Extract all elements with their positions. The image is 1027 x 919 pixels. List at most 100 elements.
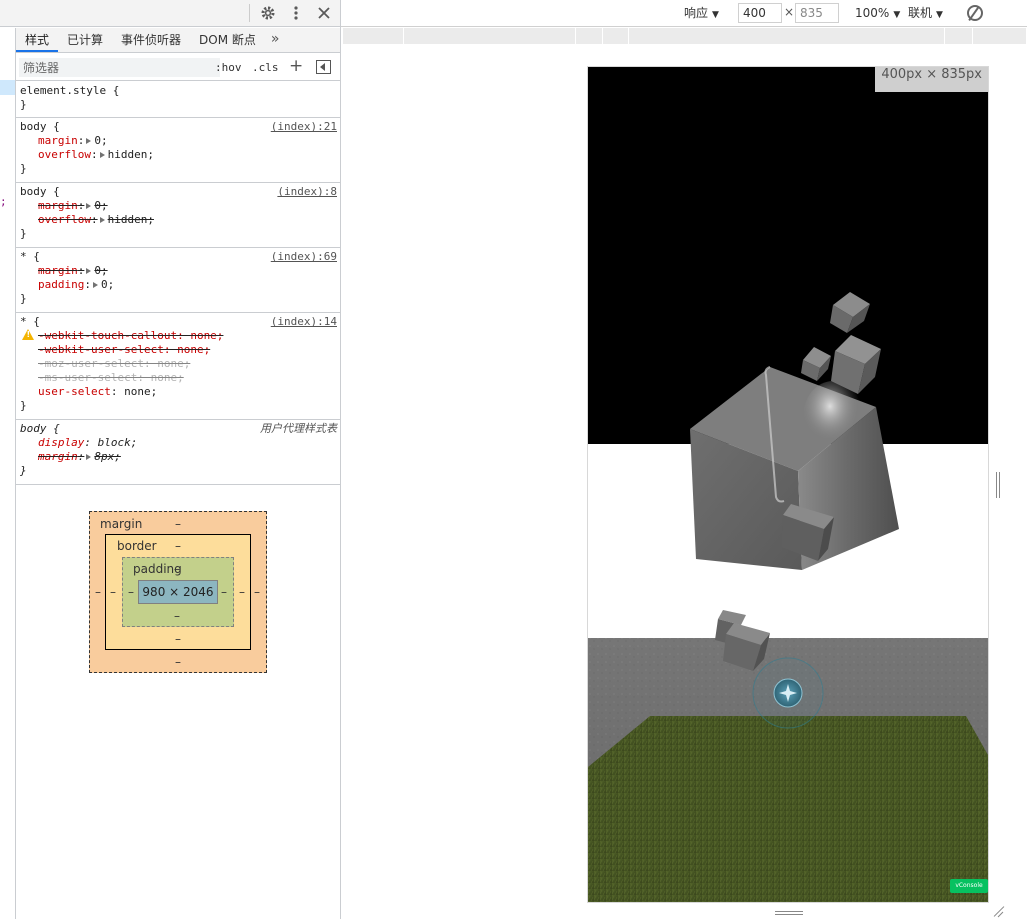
ruler-segment[interactable]: [576, 28, 603, 44]
rule-source-link[interactable]: (index):21: [271, 120, 337, 134]
css-declaration-overridden[interactable]: margin: 0;: [20, 199, 336, 213]
expand-arrow-icon[interactable]: [86, 203, 92, 209]
expand-arrow-icon[interactable]: [99, 152, 105, 158]
expand-arrow-icon[interactable]: [86, 268, 92, 274]
css-declaration-overridden[interactable]: margin: 0;: [20, 264, 336, 278]
more-vertical-icon[interactable]: [286, 3, 306, 23]
ruler-segment[interactable]: [404, 28, 576, 44]
ruler-segment[interactable]: [603, 28, 629, 44]
expand-arrow-icon[interactable]: [86, 138, 92, 144]
viewport-resize-handle-corner[interactable]: [991, 905, 1003, 917]
css-property-value: 8px;: [94, 450, 121, 463]
margin-right-value[interactable]: –: [254, 585, 260, 599]
network-label: 联机: [908, 6, 933, 20]
selected-node-highlight[interactable]: [0, 80, 15, 95]
devtools-panel: ; 样式 已计算 事件侦听器 DOM 断点 » :hov .cls + elem…: [0, 0, 341, 919]
rule-source-link[interactable]: (index):14: [271, 315, 337, 329]
box-model-margin[interactable]: margin – – – – border – – – – padding – …: [89, 511, 267, 673]
expand-arrow-icon[interactable]: [92, 282, 98, 288]
css-property-value[interactable]: hidden;: [108, 213, 154, 226]
css-property-value[interactable]: 0;: [94, 264, 107, 277]
box-model-border[interactable]: border – – – – padding – – – – 980 × 204…: [105, 534, 251, 650]
css-property-name[interactable]: padding: [38, 278, 84, 291]
network-throttle-dropdown[interactable]: 联机 ▼: [908, 5, 943, 22]
device-mode-dropdown[interactable]: 响应 ▼: [684, 5, 719, 22]
box-model-content-size[interactable]: 980 × 2046: [138, 580, 218, 604]
margin-left-value[interactable]: –: [95, 585, 101, 599]
tab-computed[interactable]: 已计算: [58, 28, 112, 52]
viewport-width-input[interactable]: [738, 3, 782, 23]
zoom-dropdown[interactable]: 100% ▼: [855, 5, 900, 22]
vconsole-button[interactable]: vConsole: [950, 879, 988, 893]
rule-selector[interactable]: element.style {: [20, 84, 336, 98]
css-property-name[interactable]: margin: [38, 199, 78, 212]
expand-arrow-icon: [86, 454, 92, 460]
viewport-resize-handle-bottom[interactable]: [775, 910, 803, 916]
css-property-value[interactable]: 0;: [94, 134, 107, 147]
style-rule-universal-14: * { (index):14 -webkit-touch-callout: no…: [16, 313, 340, 420]
device-mode-label: 响应: [684, 6, 709, 20]
tab-dom-breakpoints[interactable]: DOM 断点: [190, 28, 265, 52]
css-declaration-invalid[interactable]: -webkit-touch-callout: none;: [20, 329, 336, 343]
css-property-value[interactable]: hidden;: [108, 148, 154, 161]
css-declaration[interactable]: user-select: none;: [20, 385, 336, 399]
css-declaration-text[interactable]: -webkit-touch-callout: none;: [38, 329, 223, 342]
dimension-times-sign: ×: [784, 5, 795, 19]
css-declaration-overridden[interactable]: -webkit-user-select: none;: [20, 343, 336, 357]
css-declaration-unsupported[interactable]: -ms-user-select: none;: [20, 371, 336, 385]
toggle-sidebar-icon[interactable]: [316, 60, 331, 74]
css-property-name[interactable]: overflow: [38, 213, 91, 226]
viewport-height-input[interactable]: [795, 3, 839, 23]
css-property-value[interactable]: 0;: [94, 199, 107, 212]
padding-bottom-value[interactable]: –: [174, 609, 180, 623]
css-declaration[interactable]: overflow: hidden;: [20, 148, 336, 162]
ruler-segment[interactable]: [343, 28, 404, 44]
css-property-value[interactable]: 0;: [101, 278, 114, 291]
rotate-icon[interactable]: [967, 5, 983, 21]
joystick-control[interactable]: [752, 657, 824, 729]
css-declaration[interactable]: padding: 0;: [20, 278, 336, 292]
border-top-value[interactable]: –: [175, 539, 181, 553]
border-left-value[interactable]: –: [110, 585, 116, 599]
css-declaration-overridden[interactable]: overflow: hidden;: [20, 213, 336, 227]
tab-styles[interactable]: 样式: [16, 28, 59, 52]
device-viewport[interactable]: 400px × 835px vConsole: [588, 67, 988, 902]
css-property-name[interactable]: overflow: [38, 148, 91, 161]
warning-icon[interactable]: [22, 329, 34, 340]
ruler-segment[interactable]: [973, 28, 1027, 44]
border-bottom-value[interactable]: –: [175, 632, 181, 646]
css-declaration[interactable]: margin: 0;: [20, 134, 336, 148]
margin-top-value[interactable]: –: [175, 517, 181, 531]
css-property-name[interactable]: user-select: [38, 385, 111, 398]
padding-right-value[interactable]: –: [221, 585, 227, 599]
ruler-segment[interactable]: [629, 28, 945, 44]
margin-bottom-value[interactable]: –: [175, 655, 181, 669]
box-model-padding[interactable]: padding – – – – 980 × 2046: [122, 557, 234, 627]
ruler-segment[interactable]: [945, 28, 973, 44]
gear-icon[interactable]: [258, 3, 278, 23]
padding-top-value[interactable]: –: [174, 562, 180, 576]
webgl-scene-canvas[interactable]: [588, 67, 988, 902]
caret-down-icon: ▼: [712, 10, 719, 20]
tabs-overflow-button[interactable]: »: [265, 28, 286, 52]
new-style-rule-button[interactable]: +: [289, 56, 303, 76]
padding-left-value[interactable]: –: [128, 585, 134, 599]
css-property-value[interactable]: none;: [124, 385, 157, 398]
hov-toggle-button[interactable]: :hov: [215, 58, 242, 77]
css-declaration-text[interactable]: -moz-user-select: none;: [38, 357, 190, 370]
rule-source-link[interactable]: (index):69: [271, 250, 337, 264]
css-declaration-unsupported[interactable]: -moz-user-select: none;: [20, 357, 336, 371]
border-right-value[interactable]: –: [239, 585, 245, 599]
cls-toggle-button[interactable]: .cls: [252, 58, 279, 77]
css-property-name[interactable]: margin: [38, 264, 78, 277]
close-icon[interactable]: [314, 3, 334, 23]
rule-source-link[interactable]: (index):8: [277, 185, 337, 199]
styles-filter-input[interactable]: [19, 58, 220, 77]
css-declaration-text[interactable]: -webkit-user-select: none;: [38, 343, 210, 356]
viewport-resize-handle-right[interactable]: [995, 472, 1001, 498]
tab-event-listeners[interactable]: 事件侦听器: [112, 28, 190, 52]
css-declaration-text[interactable]: -ms-user-select: none;: [38, 371, 184, 384]
css-declaration: display: block;: [38, 436, 138, 449]
expand-arrow-icon[interactable]: [99, 217, 105, 223]
css-property-name[interactable]: margin: [38, 134, 78, 147]
